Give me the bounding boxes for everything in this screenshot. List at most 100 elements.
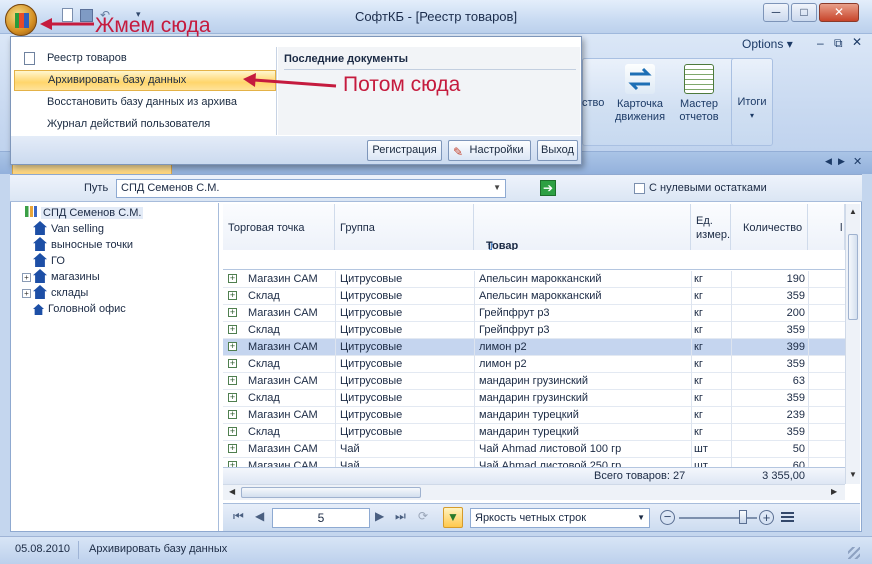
scroll-up-icon[interactable]: ▲ xyxy=(849,207,857,216)
path-combo[interactable]: СПД Семенов С.М. ▼ xyxy=(116,179,506,198)
zoom-in-icon[interactable]: + xyxy=(759,510,774,525)
ribbon-close-icon[interactable]: ✕ xyxy=(852,35,862,49)
expand-icon[interactable]: + xyxy=(22,273,31,282)
options-menu[interactable]: Options ▾ xyxy=(742,37,793,51)
scroll-down-icon[interactable]: ▼ xyxy=(849,470,857,479)
tree-node-root[interactable]: СПД Семенов С.М. xyxy=(25,205,144,221)
table-row[interactable]: + Магазин САМ Цитрусовые лимон р2 кг 399 xyxy=(223,339,845,356)
movement-arrows-icon xyxy=(625,64,655,94)
refresh-icon[interactable]: ⟳ xyxy=(418,509,428,523)
table-row[interactable]: + Магазин САМ Цитрусовые мандарин грузински… xyxy=(223,373,845,390)
column-separator xyxy=(691,356,692,373)
table-row[interactable]: + Склад Цитрусовые мандарин турецкий кг 359 xyxy=(223,424,845,441)
column-separator xyxy=(731,288,732,305)
total-items-label: Всего товаров: 27 xyxy=(594,470,686,482)
row-expand-icon[interactable]: + xyxy=(228,376,237,385)
cell-point: Магазин САМ xyxy=(248,409,318,421)
maximize-button[interactable]: □ xyxy=(791,3,817,22)
settings-wand-icon: ✎ xyxy=(453,145,464,159)
ribbon-minimize-icon[interactable]: – xyxy=(817,36,824,50)
cell-item: мандарин грузинский xyxy=(479,375,589,387)
go-arrow-button[interactable]: ➔ xyxy=(540,180,556,196)
document-icon xyxy=(24,52,35,65)
cell-item: лимон р2 xyxy=(479,341,527,353)
tree-node[interactable]: Van selling xyxy=(33,221,104,237)
table-row[interactable]: + Магазин САМ Цитрусовые Грейпфрут р3 кг 200 xyxy=(223,305,845,322)
row-expand-icon[interactable]: + xyxy=(228,359,237,368)
house-icon xyxy=(33,237,47,251)
column-separator xyxy=(691,424,692,441)
tab-close-icon[interactable]: ✕ xyxy=(853,155,862,168)
column-separator xyxy=(691,441,692,458)
last-page-icon[interactable]: ⏭ xyxy=(395,509,406,524)
row-expand-icon[interactable]: + xyxy=(228,444,237,453)
menu-item-restore-db[interactable]: Восстановить базу данных из архива xyxy=(14,92,276,113)
status-divider xyxy=(78,541,79,559)
cell-group: Цитрусовые xyxy=(340,392,403,404)
scroll-right-icon[interactable]: ▶ xyxy=(831,487,837,496)
row-expand-icon[interactable]: + xyxy=(228,393,237,402)
next-page-icon[interactable]: ▶ xyxy=(375,509,384,523)
table-row[interactable]: + Склад Цитрусовые Грейпфрут р3 кг 359 xyxy=(223,322,845,339)
filter-row[interactable] xyxy=(223,250,845,270)
close-button[interactable]: ✕ xyxy=(819,3,859,22)
expand-icon[interactable]: + xyxy=(22,289,31,298)
row-expand-icon[interactable]: + xyxy=(228,308,237,317)
report-wizard-label-1: Мастер xyxy=(679,98,719,110)
grid-settings-icon[interactable] xyxy=(781,512,794,523)
tree-node[interactable]: ГО xyxy=(33,253,65,269)
row-expand-icon[interactable]: + xyxy=(228,342,237,351)
tree-node[interactable]: выносные точки xyxy=(33,237,133,253)
app-menu-orb-open[interactable] xyxy=(5,4,37,36)
cell-unit: кг xyxy=(694,273,703,285)
tab-scroll-left-icon[interactable]: ◀ xyxy=(825,156,832,167)
tab-scroll-right-icon[interactable]: ▶ xyxy=(838,156,845,167)
scroll-thumb[interactable] xyxy=(848,234,858,320)
row-expand-icon[interactable]: + xyxy=(228,427,237,436)
filter-button[interactable]: ▼ xyxy=(443,507,463,528)
table-row[interactable]: + Склад Цитрусовые Апельсин марокканский кг 3… xyxy=(223,288,845,305)
table-row[interactable]: + Склад Цитрусовые мандарин грузинский кг 359 xyxy=(223,390,845,407)
column-separator xyxy=(691,339,692,356)
zoom-out-icon[interactable]: − xyxy=(660,510,675,525)
movement-card-button[interactable]: Карточка движения xyxy=(610,64,670,124)
table-row[interactable]: + Магазин САМ Цитрусовые Апельсин марокканс… xyxy=(223,271,845,288)
horizontal-scrollbar[interactable]: ◀ ▶ xyxy=(223,484,845,500)
cell-point: Склад xyxy=(248,426,280,438)
hscroll-thumb[interactable] xyxy=(241,487,421,498)
table-row[interactable]: + Магазин САМ Цитрусовые мандарин турецкий к… xyxy=(223,407,845,424)
settings-button[interactable]: ✎ Настройки xyxy=(448,140,531,161)
total-qty-value: 3 355,00 xyxy=(762,470,805,482)
ribbon-restore-icon[interactable]: ⧉ xyxy=(834,36,843,51)
prev-page-icon[interactable]: ◀ xyxy=(255,509,264,523)
menu-item-user-log[interactable]: Журнал действий пользователя xyxy=(14,114,276,135)
resize-grip-icon[interactable] xyxy=(848,547,860,559)
totals-button[interactable]: Итоги ▾ xyxy=(731,96,773,122)
tree-node[interactable]: Головной офис xyxy=(33,301,126,317)
zoom-slider-thumb[interactable] xyxy=(739,510,747,524)
row-expand-icon[interactable]: + xyxy=(228,274,237,283)
menu-item-archive-db[interactable]: Архивировать базу данных xyxy=(14,70,276,91)
house-icon xyxy=(33,253,47,267)
vertical-scrollbar[interactable]: ▲ ▼ xyxy=(845,204,860,484)
menu-item-products-registry[interactable]: Реестр товаров xyxy=(14,48,276,69)
register-button[interactable]: Регистрация xyxy=(367,140,442,161)
row-expand-icon[interactable]: + xyxy=(228,325,237,334)
recent-documents-title: Последние документы xyxy=(284,53,408,65)
page-input[interactable]: 5 xyxy=(272,508,370,528)
row-expand-icon[interactable]: + xyxy=(228,410,237,419)
cell-group: Цитрусовые xyxy=(340,324,403,336)
scroll-left-icon[interactable]: ◀ xyxy=(229,487,235,496)
column-separator xyxy=(474,407,475,424)
minimize-button[interactable]: ─ xyxy=(763,3,789,22)
exit-button[interactable]: Выход xyxy=(537,140,578,161)
tree-node[interactable]: + склады xyxy=(22,285,88,301)
table-row[interactable]: + Склад Цитрусовые лимон р2 кг 359 xyxy=(223,356,845,373)
first-page-icon[interactable]: ⏮ xyxy=(233,509,244,524)
row-expand-icon[interactable]: + xyxy=(228,291,237,300)
table-row[interactable]: + Магазин САМ Чай Чай Ahmad листовой 100 гр… xyxy=(223,441,845,458)
zero-stock-checkbox[interactable] xyxy=(634,183,645,194)
tree-node[interactable]: + магазины xyxy=(22,269,100,285)
report-wizard-button[interactable]: Мастер отчетов xyxy=(673,64,725,124)
row-style-select[interactable]: Яркость четных строк ▼ xyxy=(470,508,650,528)
